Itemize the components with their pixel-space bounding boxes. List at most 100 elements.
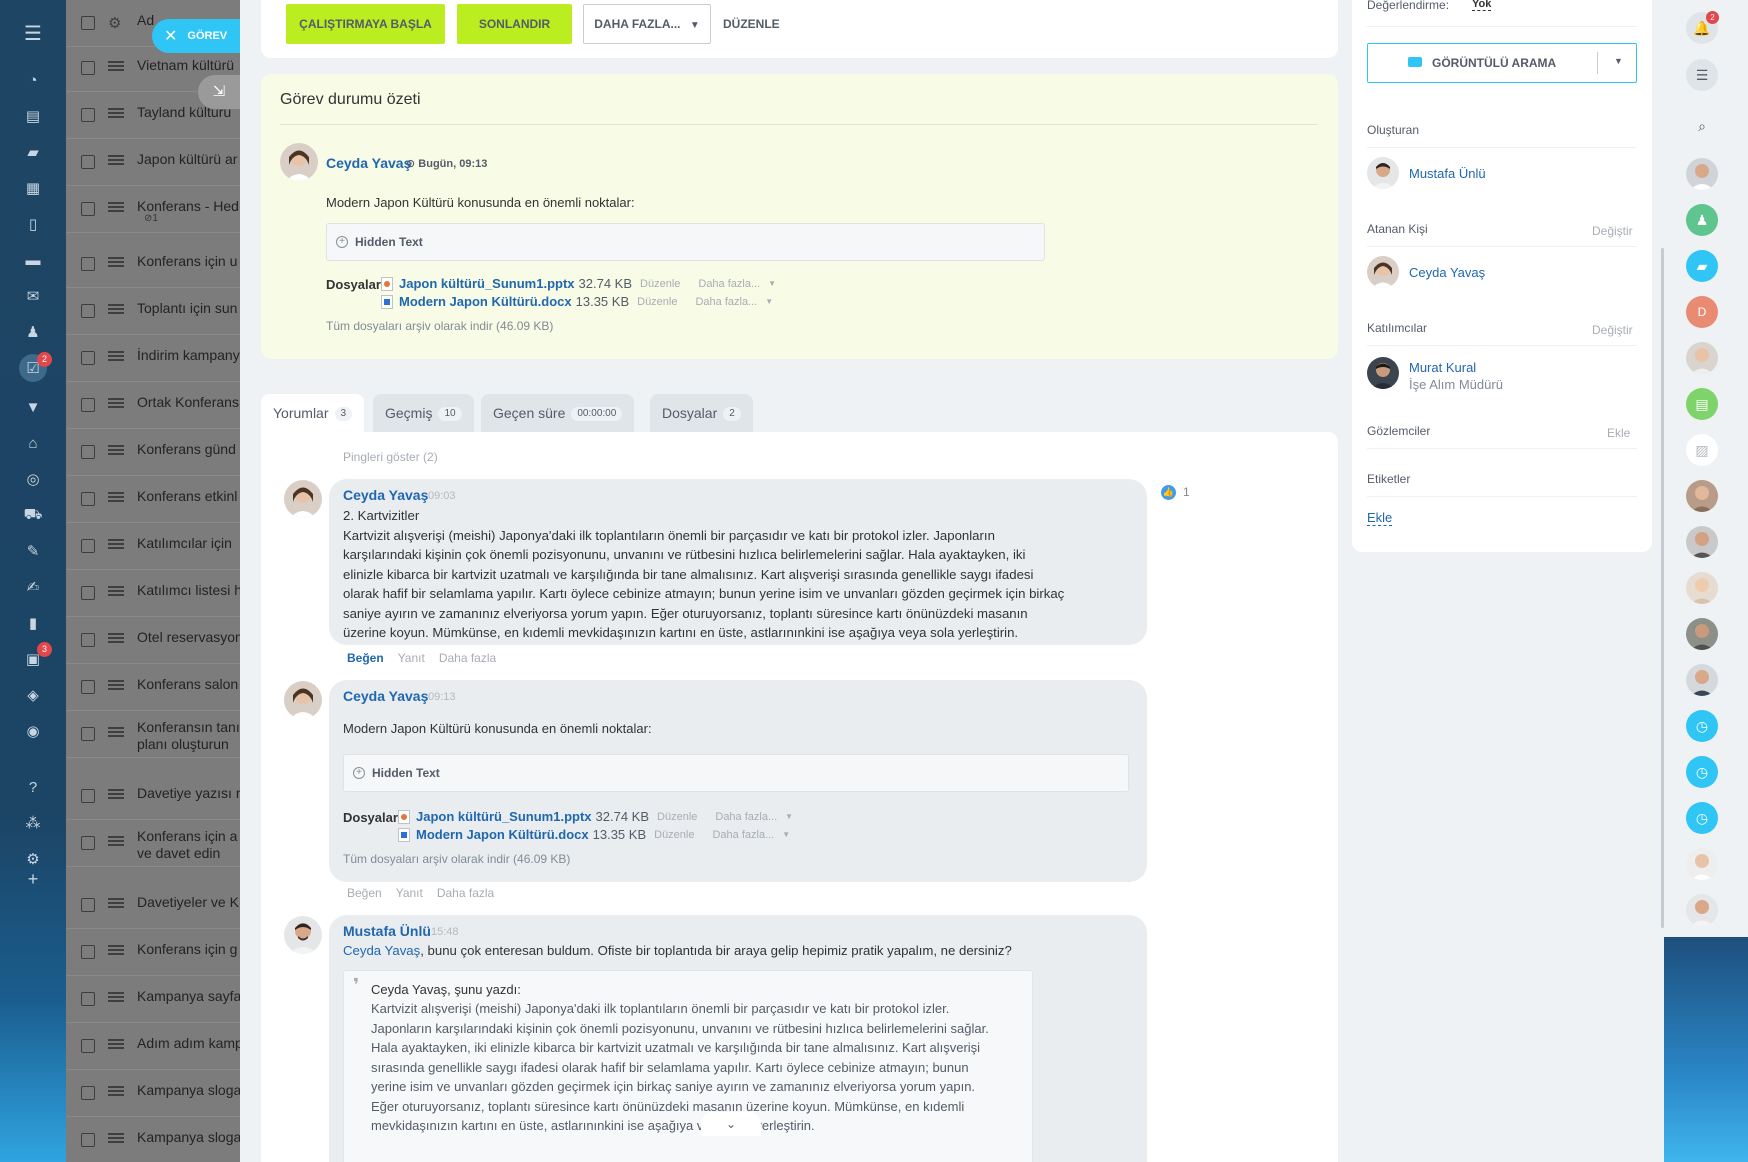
avatar[interactable] bbox=[1367, 357, 1399, 389]
task-list-row[interactable]: Konferans için g bbox=[66, 929, 240, 976]
task-checkbox[interactable] bbox=[81, 445, 95, 459]
task-list-row[interactable]: Toplantı için sun bbox=[66, 288, 240, 335]
more-link[interactable]: Daha fazla bbox=[437, 886, 494, 900]
creator-name[interactable]: Mustafa Ünlü bbox=[1409, 166, 1486, 181]
drag-handle-icon[interactable] bbox=[108, 1137, 124, 1139]
task-checkbox[interactable] bbox=[81, 789, 95, 803]
check-circle-icon[interactable]: ◉ bbox=[23, 721, 43, 741]
more-link[interactable]: Daha fazla bbox=[439, 651, 496, 665]
download-archive-link[interactable]: Tüm dosyaları arşiv olarak indir (46.09 … bbox=[326, 319, 553, 333]
cart-icon[interactable]: ⛟ bbox=[23, 505, 43, 525]
start-task-button[interactable]: ÇALIŞTIRMAYA BAŞLA bbox=[286, 4, 445, 44]
notes-icon[interactable]: ▤ bbox=[1686, 388, 1718, 420]
drag-handle-icon[interactable] bbox=[108, 355, 124, 357]
tab-comments[interactable]: Yorumlar 3 bbox=[261, 394, 365, 432]
task-list-row[interactable]: Kampanya sloga bbox=[66, 1117, 240, 1162]
avatar[interactable] bbox=[1686, 342, 1718, 374]
avatar[interactable] bbox=[1686, 158, 1718, 190]
settings-icon[interactable]: ⚙ bbox=[23, 849, 43, 869]
add-icon[interactable]: + bbox=[23, 869, 43, 889]
drag-handle-icon[interactable] bbox=[108, 65, 124, 67]
avatar[interactable] bbox=[1686, 848, 1718, 880]
task-list-row[interactable]: Adım adım kamp bbox=[66, 1023, 240, 1070]
bank-icon[interactable]: ⌂ bbox=[23, 433, 43, 453]
chat-bubble-icon[interactable]: ☰ bbox=[1686, 59, 1718, 91]
task-checkbox[interactable] bbox=[81, 108, 95, 122]
drag-handle-icon[interactable] bbox=[108, 1043, 124, 1045]
avatar[interactable] bbox=[1686, 894, 1718, 926]
task-title[interactable]: Konferansın tanı planı oluşturun bbox=[137, 719, 240, 753]
file-link[interactable]: Modern Japon Kültürü.docx bbox=[416, 827, 589, 842]
chevron-down-icon[interactable]: ▼ bbox=[1614, 56, 1623, 66]
task-list-row[interactable]: Konferans için a ve davet edin bbox=[66, 820, 240, 867]
drag-handle-icon[interactable] bbox=[108, 793, 124, 795]
avatar[interactable] bbox=[1367, 256, 1399, 288]
drag-handle-icon[interactable] bbox=[108, 840, 124, 842]
task-list-row[interactable]: Konferans etkinl bbox=[66, 476, 240, 523]
task-checkbox[interactable] bbox=[81, 257, 95, 271]
group-icon[interactable]: ♟ bbox=[1686, 204, 1718, 236]
thumbs-up-icon[interactable]: 👍 bbox=[1161, 485, 1176, 500]
task-title[interactable]: Vietnam kültürü bbox=[137, 57, 234, 74]
task-checkbox[interactable] bbox=[81, 492, 95, 506]
file-more-link[interactable]: Daha fazla... bbox=[695, 296, 757, 308]
task-list-row[interactable]: Katılımcı listesi h bbox=[66, 570, 240, 617]
menu-icon[interactable]: ☰ bbox=[23, 23, 43, 45]
task-list-row[interactable]: Konferans günd bbox=[66, 429, 240, 476]
change-participants-link[interactable]: Değiştir bbox=[1592, 323, 1633, 337]
hidden-text-spoiler[interactable]: + Hidden Text bbox=[326, 223, 1045, 261]
comment-author[interactable]: Mustafa Ünlü bbox=[343, 923, 431, 939]
search-icon[interactable]: ⌕ bbox=[1686, 110, 1718, 142]
drag-handle-icon[interactable] bbox=[108, 996, 124, 998]
close-task-slider-button[interactable]: ✕ GÖREV bbox=[152, 19, 240, 53]
evaluation-value[interactable]: Yok bbox=[1472, 0, 1492, 11]
change-assignee-link[interactable]: Değiştir bbox=[1592, 224, 1633, 238]
drag-handle-icon[interactable] bbox=[108, 949, 124, 951]
task-checkbox[interactable] bbox=[81, 1133, 95, 1147]
task-checkbox[interactable] bbox=[81, 1086, 95, 1100]
file-edit-link[interactable]: Düzenle bbox=[637, 296, 677, 308]
drag-handle-icon[interactable] bbox=[108, 543, 124, 545]
chat-icon[interactable]: ▰ bbox=[23, 142, 43, 162]
comment-author[interactable]: Ceyda Yavaş bbox=[343, 688, 428, 704]
drag-handle-icon[interactable] bbox=[108, 731, 124, 733]
task-checkbox[interactable] bbox=[81, 586, 95, 600]
task-checkbox[interactable] bbox=[81, 992, 95, 1006]
avatar[interactable] bbox=[284, 916, 322, 954]
task-list-row[interactable]: İndirim kampany bbox=[66, 335, 240, 382]
task-title[interactable]: Katılımcı listesi h bbox=[137, 582, 240, 599]
task-list-row[interactable]: Kampanya sloga bbox=[66, 1070, 240, 1117]
file-edit-link[interactable]: Düzenle bbox=[654, 829, 694, 841]
task-checkbox[interactable] bbox=[81, 398, 95, 412]
task-title[interactable]: Konferans etkinl bbox=[137, 488, 237, 505]
avatar[interactable] bbox=[1686, 526, 1718, 558]
task-title[interactable]: Kampanya sloga bbox=[137, 1082, 240, 1099]
task-title[interactable]: Kampanya sayfa bbox=[137, 988, 240, 1005]
task-list-row[interactable]: Konferans - Hed ⊘1 bbox=[66, 186, 240, 233]
finish-task-button[interactable]: SONLANDIR bbox=[457, 4, 572, 44]
add-tag-link[interactable]: Ekle bbox=[1367, 510, 1393, 526]
avatar[interactable] bbox=[284, 681, 322, 719]
drag-handle-icon[interactable] bbox=[108, 1090, 124, 1092]
stream-icon[interactable]: ▤ bbox=[23, 106, 43, 126]
employees-icon[interactable]: ♟ bbox=[23, 322, 43, 342]
sign-icon[interactable]: ✍ bbox=[23, 577, 43, 597]
task-list-row[interactable]: Davetiyeler ve K bbox=[66, 882, 240, 929]
task-title[interactable]: Adım adım kamp bbox=[137, 1035, 240, 1052]
drag-handle-icon[interactable] bbox=[108, 206, 124, 208]
drag-handle-icon[interactable] bbox=[108, 684, 124, 686]
task-title[interactable]: Konferans için u bbox=[137, 253, 237, 270]
expand-quote-button[interactable]: ⌄ bbox=[701, 1112, 761, 1136]
analytics-icon[interactable]: ▮ bbox=[23, 613, 43, 633]
file-edit-link[interactable]: Düzenle bbox=[640, 278, 680, 290]
hidden-text-spoiler[interactable]: + Hidden Text bbox=[343, 754, 1129, 792]
calendar-icon[interactable]: ▦ bbox=[23, 178, 43, 198]
avatar[interactable] bbox=[1686, 572, 1718, 604]
task-title[interactable]: Japon kültürü ar bbox=[137, 151, 237, 168]
task-checkbox[interactable] bbox=[81, 680, 95, 694]
task-checkbox[interactable] bbox=[81, 202, 95, 216]
avatar-letter[interactable]: D bbox=[1686, 296, 1718, 328]
task-checkbox[interactable] bbox=[81, 633, 95, 647]
task-title[interactable]: Otel reservasyon bbox=[137, 629, 240, 646]
drag-handle-icon[interactable] bbox=[108, 308, 124, 310]
